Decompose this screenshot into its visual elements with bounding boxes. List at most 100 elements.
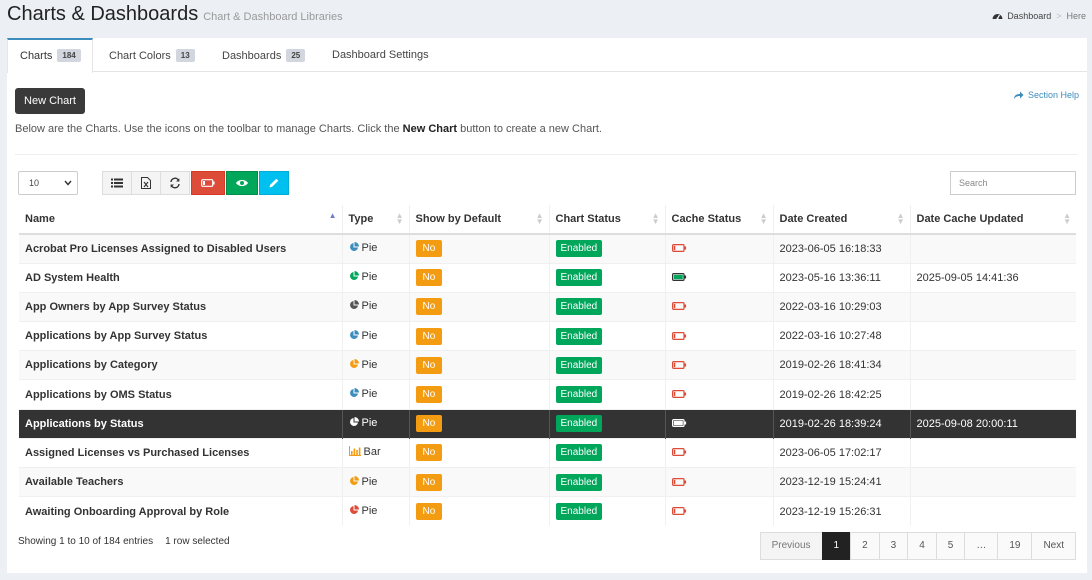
search-input[interactable] — [950, 171, 1076, 195]
page-length-value: 10 — [29, 178, 40, 188]
tab-chart-colors[interactable]: Chart Colors 13 — [109, 38, 195, 72]
date-cache-updated-cell — [909, 321, 1076, 351]
column-header-type[interactable]: Type ▲ ▼ — [341, 205, 409, 235]
battery-empty-icon — [671, 360, 687, 372]
show-default-badge: No — [415, 269, 443, 287]
breadcrumb-current: Here — [1066, 11, 1086, 21]
page-button[interactable]: 5 — [935, 532, 966, 560]
show-default-badge: No — [415, 415, 443, 433]
show-default-cell: No — [408, 292, 549, 322]
refresh-button[interactable] — [160, 171, 190, 195]
chart-name-cell: Applications by OMS Status — [19, 379, 342, 410]
table-row[interactable]: Applications by Category Pie No Enabled 2019… — [19, 350, 1076, 380]
page-subtitle: Chart & Dashboard Libraries — [203, 11, 343, 23]
edit-button[interactable] — [259, 171, 289, 195]
tab-dashboard-settings[interactable]: Dashboard Settings — [332, 38, 429, 72]
tab-dashboards[interactable]: Dashboards 25 — [222, 38, 306, 72]
show-default-cell: No — [408, 234, 549, 264]
column-header-cache-status[interactable]: Cache Status ▲ ▼ — [664, 205, 773, 235]
column-header-name[interactable]: Name ▲ — [19, 205, 342, 235]
cache-status-cell — [664, 409, 773, 439]
table-header-row: Name ▲ Type ▲ ▼ Show by Default ▲ ▼ Chart Sta… — [19, 205, 1076, 235]
chart-name-cell: Assigned Licenses vs Purchased Licenses — [19, 438, 342, 468]
show-default-cell: No — [408, 467, 549, 497]
chart-type-cell: Pie — [341, 496, 409, 526]
table-row[interactable]: Applications by Status Pie No Enabled 2019-0… — [19, 409, 1076, 439]
page-button[interactable]: 4 — [907, 532, 937, 560]
table-row[interactable]: Acrobat Pro Licenses Assigned to Disable… — [19, 234, 1076, 264]
column-header-show-by-default[interactable]: Show by Default ▲ ▼ — [408, 205, 549, 235]
battery-empty-icon — [671, 477, 687, 489]
show-default-badge: No — [415, 356, 443, 374]
breadcrumb-dashboard-link[interactable]: Dashboard — [1007, 11, 1051, 21]
tab-count-badge: 25 — [286, 49, 306, 62]
pie-chart-icon — [349, 505, 359, 518]
export-excel-button[interactable] — [131, 171, 161, 195]
column-header-date-created[interactable]: Date Created ▲ ▼ — [772, 205, 910, 235]
chart-status-badge: Enabled — [555, 503, 603, 521]
selection-info: 1 row selected — [165, 536, 230, 547]
chart-status-badge: Enabled — [555, 269, 603, 287]
chart-status-badge: Enabled — [555, 298, 603, 316]
chart-name-cell: App Owners by App Survey Status — [19, 292, 342, 322]
date-cache-updated-cell — [909, 438, 1076, 468]
table-row[interactable]: Awaiting Onboarding Approval by Role Pie N… — [19, 496, 1076, 526]
column-list-button[interactable] — [102, 171, 132, 195]
pagination: Previous 1 2 3 4 5… 19 Next — [759, 532, 1076, 560]
tab-bar: Charts 184 Chart Colors 13 Dashboards 25 Da… — [7, 38, 1087, 73]
battery-full-icon — [671, 272, 687, 284]
tab-count-badge: 184 — [57, 49, 81, 62]
pencil-icon — [269, 178, 279, 188]
next-page-button[interactable]: Next — [1031, 532, 1076, 560]
section-help-link[interactable]: Section Help — [1013, 90, 1079, 100]
pie-chart-icon — [349, 300, 359, 313]
chart-type-label: Pie — [361, 388, 378, 401]
pie-chart-icon — [349, 475, 359, 489]
battery-empty-icon — [671, 243, 687, 255]
chart-type-label: Pie — [361, 242, 378, 255]
page-button[interactable]: 19 — [997, 532, 1033, 560]
table-row[interactable]: Applications by App Survey Status Pie No En… — [19, 321, 1076, 351]
tab-charts[interactable]: Charts 184 — [7, 38, 93, 73]
date-created-cell: 2019-02-26 18:39:24 — [772, 409, 910, 439]
battery-empty-icon — [671, 301, 687, 313]
chart-status-badge: Enabled — [555, 415, 603, 433]
table-row[interactable]: AD System Health Pie No Enabled 2023-05-16 1… — [19, 263, 1076, 293]
cache-status-cell — [664, 350, 773, 380]
chart-name-cell: Awaiting Onboarding Approval by Role — [19, 496, 342, 526]
page-button-current[interactable]: 1 — [821, 532, 852, 560]
table-row[interactable]: Assigned Licenses vs Purchased Licenses B… — [19, 438, 1076, 468]
sort-asc-icon: ▲ — [328, 211, 337, 220]
previous-page-button[interactable]: Previous — [759, 532, 823, 560]
column-header-chart-status[interactable]: Chart Status ▲ ▼ — [548, 205, 665, 235]
table-row[interactable]: Available Teachers Pie No Enabled 2023-12-19… — [19, 467, 1076, 497]
battery-empty-icon — [671, 331, 687, 343]
show-default-badge: No — [415, 473, 443, 491]
disable-cache-button[interactable] — [191, 171, 225, 195]
date-created-cell: 2019-02-26 18:42:25 — [772, 379, 910, 410]
page-button[interactable]: 3 — [878, 532, 909, 560]
show-default-cell: No — [408, 379, 549, 410]
intro-text: Below are the Charts. Use the icons on t… — [15, 123, 602, 135]
date-created-cell: 2023-06-05 17:02:17 — [772, 438, 910, 468]
page-length-select[interactable]: 10 — [18, 171, 78, 195]
chart-status-badge: Enabled — [555, 444, 603, 462]
page-header: Charts & Dashboards Chart & Dashboard Lib… — [0, 0, 1092, 38]
page-button[interactable]: 2 — [850, 532, 880, 560]
battery-empty-icon — [671, 389, 687, 401]
chart-status-cell: Enabled — [548, 263, 665, 293]
chart-status-badge: Enabled — [555, 386, 603, 404]
view-button[interactable] — [226, 171, 258, 195]
chart-type-cell: Pie — [341, 379, 409, 410]
breadcrumb: Dashboard > Here — [992, 11, 1086, 22]
list-icon — [111, 178, 123, 188]
table-info: Showing 1 to 10 of 184 entries 1 row sele… — [18, 536, 230, 547]
chart-status-cell: Enabled — [548, 321, 665, 351]
table-row[interactable]: App Owners by App Survey Status Pie No Enab… — [19, 292, 1076, 322]
column-header-date-cache-updated[interactable]: Date Cache Updated ▲ ▼ — [909, 205, 1076, 235]
entries-info: Showing 1 to 10 of 184 entries — [18, 536, 154, 547]
battery-empty-icon — [671, 506, 687, 518]
table-row[interactable]: Applications by OMS Status Pie No Enabled 20… — [19, 379, 1076, 410]
pie-chart-icon — [349, 417, 359, 430]
new-chart-button[interactable]: New Chart — [15, 88, 85, 114]
